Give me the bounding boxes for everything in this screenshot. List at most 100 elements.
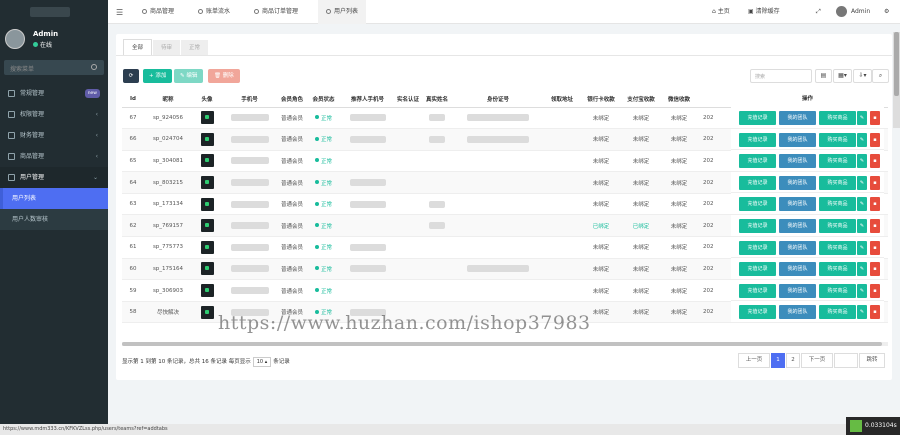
sidebar-item-user-list[interactable]: 用户列表 <box>0 188 108 209</box>
purchase-goods-button[interactable]: 购买商品 <box>819 154 856 169</box>
sidebar-item-finance[interactable]: 财务管理 ‹ <box>0 125 108 146</box>
col-alipay[interactable]: 支付宝收款 <box>621 91 661 108</box>
avatar-thumbnail[interactable] <box>200 132 214 146</box>
edit-row-icon[interactable]: ✎ <box>857 175 867 190</box>
col-phone[interactable]: 手机号 <box>222 91 277 108</box>
sidebar-item-users[interactable]: 用户管理 ⌄ <box>0 167 108 188</box>
tab-normal[interactable]: 正常 <box>181 40 209 56</box>
col-avatar[interactable]: 头像 <box>192 91 222 108</box>
delete-row-icon[interactable]: ▪ <box>870 175 880 190</box>
tab-goods[interactable]: 商品管理 <box>136 0 180 24</box>
my-team-button[interactable]: 我的团队 <box>779 262 816 277</box>
next-page-button[interactable]: 下一页 <box>801 353 833 368</box>
edit-row-icon[interactable]: ✎ <box>857 240 867 255</box>
purchase-goods-button[interactable]: 购买商品 <box>819 240 856 255</box>
recharge-record-button[interactable]: 充值记录 <box>739 154 776 169</box>
recharge-record-button[interactable]: 充值记录 <box>739 218 776 233</box>
recharge-record-button[interactable]: 充值记录 <box>739 132 776 147</box>
avatar-thumbnail[interactable] <box>200 305 214 319</box>
export-icon[interactable]: ⇩▾ <box>853 69 872 83</box>
recharge-record-button[interactable]: 充值记录 <box>739 262 776 277</box>
settings-icon[interactable]: ⚙ <box>884 0 889 24</box>
edit-row-icon[interactable]: ✎ <box>857 218 867 233</box>
col-verify[interactable]: 实名认证 <box>395 91 421 108</box>
search-icon[interactable]: ⌕ <box>872 69 889 83</box>
brand-logo[interactable] <box>0 0 108 24</box>
my-team-button[interactable]: 我的团队 <box>779 197 816 212</box>
delete-row-icon[interactable]: ▪ <box>870 262 880 277</box>
col-id[interactable]: Id <box>122 91 144 108</box>
sidebar-item-user-review[interactable]: 用户人数审核 <box>0 209 108 230</box>
sidebar-item-permission[interactable]: 权限管理 ‹ <box>0 104 108 125</box>
edit-row-icon[interactable]: ✎ <box>857 283 867 298</box>
tab-user-list[interactable]: 用户列表 <box>318 0 367 24</box>
col-wechat[interactable]: 微信收款 <box>661 91 697 108</box>
edit-button[interactable]: ✎ 编辑 <box>174 69 204 83</box>
my-team-button[interactable]: 我的团队 <box>779 132 816 147</box>
jump-button[interactable]: 跳转 <box>859 353 885 368</box>
toggle-view-icon[interactable]: ▤ <box>815 69 832 83</box>
page-2-button[interactable]: 2 <box>786 353 800 368</box>
my-team-button[interactable]: 我的团队 <box>779 111 816 125</box>
vertical-scrollbar[interactable] <box>893 32 900 128</box>
avatar-thumbnail[interactable] <box>200 197 214 211</box>
col-address[interactable]: 领取地址 <box>543 91 581 108</box>
purchase-goods-button[interactable]: 购买商品 <box>819 305 856 320</box>
tab-goods-order[interactable]: 商品订单管理 <box>248 0 304 24</box>
my-team-button[interactable]: 我的团队 <box>779 218 816 233</box>
page-size-select[interactable]: 10 ▴ <box>252 357 272 367</box>
col-idcard[interactable]: 身份证号 <box>453 91 543 108</box>
delete-row-icon[interactable]: ▪ <box>870 305 880 320</box>
purchase-goods-button[interactable]: 购买商品 <box>819 175 856 190</box>
purchase-goods-button[interactable]: 购买商品 <box>819 283 856 298</box>
avatar-thumbnail[interactable] <box>200 284 214 298</box>
purchase-goods-button[interactable]: 购买商品 <box>819 262 856 277</box>
col-bank[interactable]: 银行卡收款 <box>581 91 621 108</box>
col-role[interactable]: 会员角色 <box>277 91 307 108</box>
tab-bill[interactable]: 账单流水 <box>192 0 236 24</box>
page-1-button[interactable]: 1 <box>771 353 785 368</box>
edit-row-icon[interactable]: ✎ <box>857 132 867 147</box>
col-realname[interactable]: 真实姓名 <box>421 91 453 108</box>
columns-icon[interactable]: ▦▾ <box>833 69 852 83</box>
col-nick[interactable]: 昵称 <box>144 91 192 108</box>
sidebar-item-goods[interactable]: 商品管理 ‹ <box>0 146 108 167</box>
fullscreen-icon[interactable]: ⤢ <box>816 0 821 24</box>
col-referrer[interactable]: 推荐人手机号 <box>340 91 395 108</box>
purchase-goods-button[interactable]: 购买商品 <box>819 132 856 147</box>
sidebar-item-general[interactable]: 常规管理 new <box>0 83 108 104</box>
clear-cache-button[interactable]: ▣ 清除缓存 <box>748 0 780 24</box>
tab-pending[interactable]: 待审 <box>153 40 181 56</box>
avatar-thumbnail[interactable] <box>200 154 214 168</box>
my-team-button[interactable]: 我的团队 <box>779 305 816 320</box>
table-search-input[interactable]: 搜索 <box>750 69 812 83</box>
recharge-record-button[interactable]: 充值记录 <box>739 197 776 212</box>
avatar-thumbnail[interactable] <box>200 111 214 125</box>
edit-row-icon[interactable]: ✎ <box>857 154 867 169</box>
refresh-button[interactable]: ⟳ <box>123 69 139 83</box>
tab-all[interactable]: 全部 <box>123 39 153 55</box>
edit-row-icon[interactable]: ✎ <box>857 111 867 125</box>
my-team-button[interactable]: 我的团队 <box>779 175 816 190</box>
purchase-goods-button[interactable]: 购买商品 <box>819 218 856 233</box>
home-link[interactable]: ⌂ 主页 <box>712 0 730 24</box>
my-team-button[interactable]: 我的团队 <box>779 283 816 298</box>
edit-row-icon[interactable]: ✎ <box>857 305 867 320</box>
avatar-thumbnail[interactable] <box>200 240 214 254</box>
col-status[interactable]: 会员状态 <box>307 91 340 108</box>
delete-button[interactable]: 🗑 删除 <box>208 69 240 83</box>
recharge-record-button[interactable]: 充值记录 <box>739 111 776 125</box>
delete-row-icon[interactable]: ▪ <box>870 154 880 169</box>
delete-row-icon[interactable]: ▪ <box>870 240 880 255</box>
prev-page-button[interactable]: 上一页 <box>738 353 770 368</box>
recharge-record-button[interactable]: 充值记录 <box>739 175 776 190</box>
avatar-thumbnail[interactable] <box>200 176 214 190</box>
delete-row-icon[interactable]: ▪ <box>870 197 880 212</box>
my-team-button[interactable]: 我的团队 <box>779 240 816 255</box>
edit-row-icon[interactable]: ✎ <box>857 262 867 277</box>
my-team-button[interactable]: 我的团队 <box>779 154 816 169</box>
delete-row-icon[interactable]: ▪ <box>870 111 880 125</box>
avatar-thumbnail[interactable] <box>200 262 214 276</box>
avatar-thumbnail[interactable] <box>200 219 214 233</box>
recharge-record-button[interactable]: 充值记录 <box>739 240 776 255</box>
